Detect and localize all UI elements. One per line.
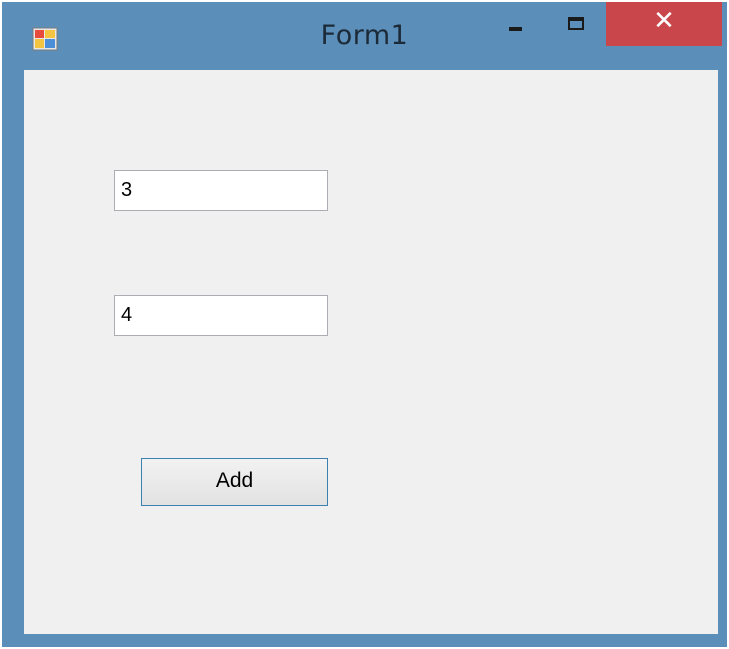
textbox-1[interactable] bbox=[114, 170, 328, 211]
minimize-icon bbox=[509, 27, 522, 31]
close-icon: ✕ bbox=[653, 6, 675, 36]
form-client-area: Add bbox=[24, 70, 718, 634]
form-window: Form1 ✕ Add bbox=[2, 2, 727, 647]
textbox-2[interactable] bbox=[114, 295, 328, 336]
minimize-button[interactable] bbox=[485, 6, 545, 46]
title-bar[interactable]: Form1 ✕ bbox=[2, 2, 727, 70]
maximize-icon bbox=[568, 17, 584, 30]
add-button[interactable]: Add bbox=[141, 458, 328, 506]
close-button[interactable]: ✕ bbox=[606, 2, 722, 46]
maximize-button[interactable] bbox=[546, 6, 606, 46]
